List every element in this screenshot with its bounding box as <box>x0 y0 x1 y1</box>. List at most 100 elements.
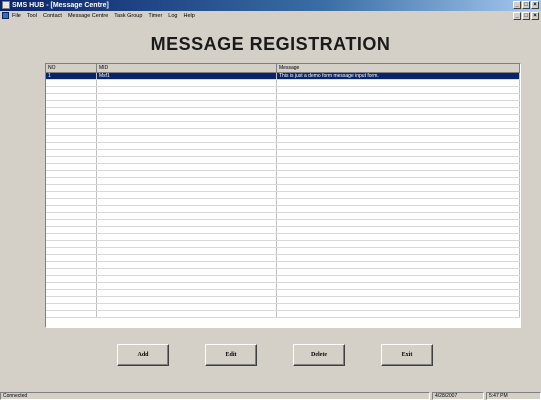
empty-cell <box>277 213 520 219</box>
empty-cell <box>97 262 277 268</box>
menu-timer[interactable]: Timer <box>148 13 162 19</box>
empty-cell <box>277 164 520 170</box>
empty-table-row[interactable] <box>46 115 520 122</box>
menu-task-group[interactable]: Task Group <box>114 13 142 19</box>
empty-cell <box>277 178 520 184</box>
empty-table-row[interactable] <box>46 108 520 115</box>
empty-cell <box>277 143 520 149</box>
empty-cell <box>97 136 277 142</box>
empty-cell <box>46 255 97 261</box>
empty-table-row[interactable] <box>46 311 520 318</box>
empty-cell <box>277 290 520 296</box>
empty-table-row[interactable] <box>46 87 520 94</box>
empty-table-row[interactable] <box>46 206 520 213</box>
empty-cell <box>97 241 277 247</box>
empty-table-row[interactable] <box>46 269 520 276</box>
empty-cell <box>97 192 277 198</box>
empty-cell <box>46 304 97 310</box>
empty-table-row[interactable] <box>46 164 520 171</box>
empty-cell <box>46 276 97 282</box>
empty-table-row[interactable] <box>46 255 520 262</box>
empty-table-row[interactable] <box>46 80 520 87</box>
empty-cell <box>46 101 97 107</box>
empty-cell <box>277 136 520 142</box>
close-icon[interactable]: × <box>531 1 539 9</box>
menu-help[interactable]: Help <box>183 13 194 19</box>
empty-cell <box>97 283 277 289</box>
empty-table-row[interactable] <box>46 94 520 101</box>
menu-file[interactable]: File <box>12 13 21 19</box>
status-date: 4/28/2007 <box>432 392 484 400</box>
empty-table-row[interactable] <box>46 129 520 136</box>
empty-table-row[interactable] <box>46 248 520 255</box>
empty-table-row[interactable] <box>46 171 520 178</box>
empty-cell <box>97 101 277 107</box>
empty-table-row[interactable] <box>46 143 520 150</box>
edit-button[interactable]: Edit <box>205 344 257 366</box>
empty-table-row[interactable] <box>46 157 520 164</box>
empty-cell <box>277 311 520 317</box>
empty-table-row[interactable] <box>46 283 520 290</box>
empty-cell <box>46 290 97 296</box>
child-close-icon[interactable]: × <box>531 12 539 20</box>
empty-table-row[interactable] <box>46 276 520 283</box>
cell-mid: Msf1 <box>97 73 277 79</box>
empty-cell <box>46 143 97 149</box>
menu-log[interactable]: Log <box>168 13 177 19</box>
empty-table-row[interactable] <box>46 136 520 143</box>
empty-table-row[interactable] <box>46 241 520 248</box>
empty-cell <box>277 101 520 107</box>
empty-table-row[interactable] <box>46 213 520 220</box>
empty-cell <box>46 108 97 114</box>
menu-message-centre[interactable]: Message Centre <box>68 13 108 19</box>
delete-button[interactable]: Delete <box>293 344 345 366</box>
empty-table-row[interactable] <box>46 199 520 206</box>
empty-cell <box>46 157 97 163</box>
empty-cell <box>97 108 277 114</box>
empty-cell <box>277 248 520 254</box>
empty-table-row[interactable] <box>46 185 520 192</box>
empty-table-row[interactable] <box>46 178 520 185</box>
document-icon[interactable] <box>2 12 9 19</box>
empty-table-row[interactable] <box>46 122 520 129</box>
empty-cell <box>46 241 97 247</box>
empty-cell <box>277 304 520 310</box>
empty-cell <box>277 185 520 191</box>
empty-cell <box>46 185 97 191</box>
empty-cell <box>97 248 277 254</box>
empty-cell <box>277 276 520 282</box>
menu-contact[interactable]: Contact <box>43 13 62 19</box>
table-row[interactable]: 1 Msf1 This is just a demo form message … <box>46 73 520 80</box>
empty-table-row[interactable] <box>46 192 520 199</box>
empty-table-row[interactable] <box>46 101 520 108</box>
empty-table-row[interactable] <box>46 227 520 234</box>
exit-button[interactable]: Exit <box>381 344 433 366</box>
child-restore-icon[interactable]: □ <box>522 12 530 20</box>
column-header-message[interactable]: Message <box>277 64 520 72</box>
empty-table-row[interactable] <box>46 304 520 311</box>
empty-table-row[interactable] <box>46 297 520 304</box>
column-header-no[interactable]: NO <box>46 64 97 72</box>
minimize-icon[interactable]: _ <box>513 1 521 9</box>
empty-table-row[interactable] <box>46 150 520 157</box>
child-minimize-icon[interactable]: _ <box>513 12 521 20</box>
page-title: MESSAGE REGISTRATION <box>150 34 391 54</box>
message-grid[interactable]: NO MID Message 1 Msf1 This is just a dem… <box>45 63 521 328</box>
empty-cell <box>97 122 277 128</box>
empty-cell <box>97 115 277 121</box>
empty-cell <box>277 206 520 212</box>
empty-cell <box>97 199 277 205</box>
empty-table-row[interactable] <box>46 220 520 227</box>
maximize-icon[interactable]: □ <box>522 1 530 9</box>
empty-cell <box>277 115 520 121</box>
empty-cell <box>46 206 97 212</box>
column-header-mid[interactable]: MID <box>97 64 277 72</box>
menu-tool[interactable]: Tool <box>27 13 37 19</box>
empty-table-row[interactable] <box>46 290 520 297</box>
add-button[interactable]: Add <box>117 344 169 366</box>
empty-cell <box>277 157 520 163</box>
empty-table-row[interactable] <box>46 262 520 269</box>
empty-table-row[interactable] <box>46 234 520 241</box>
child-window-controls: _ □ × <box>513 12 539 20</box>
empty-cell <box>46 283 97 289</box>
